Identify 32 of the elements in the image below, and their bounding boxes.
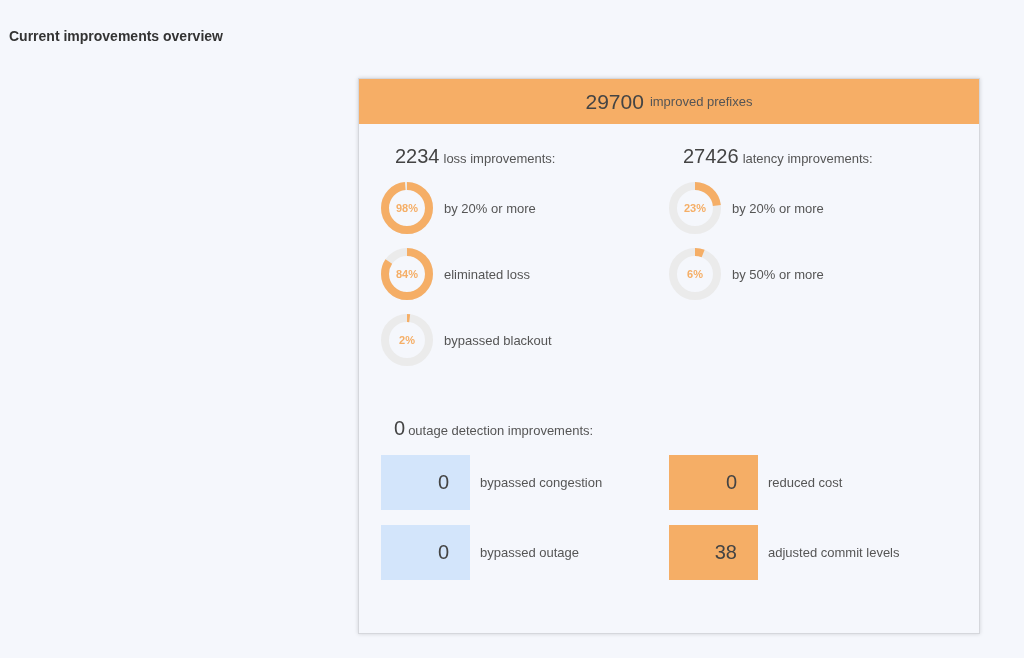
donut-gauge (381, 314, 433, 367)
outage-label: outage detection improvements: (408, 422, 594, 441)
item-label: by 20% or more (444, 199, 536, 218)
percent-label: 2% (398, 333, 416, 349)
tile-label: reduced cost (768, 473, 843, 492)
stat-tile: 38 (669, 524, 758, 580)
stat-tile: 0 (381, 454, 470, 510)
donut-gauge (669, 182, 721, 235)
stat-tile: 0 (381, 524, 470, 580)
group-count: 2234 (395, 145, 440, 166)
group-count: 27426 (683, 145, 739, 166)
summary-count: 29700 (585, 90, 644, 112)
tile-label: bypassed outage (480, 543, 580, 562)
tile-label: adjusted commit levels (768, 543, 900, 562)
outage-count: 0 (394, 418, 406, 439)
donut-gauge (669, 248, 721, 301)
group-label: latency improvements: (742, 149, 873, 168)
group-label: loss improvements: (443, 149, 556, 168)
page-title: Current improvements overview (8, 27, 224, 45)
percent-label: 23% (683, 201, 707, 217)
item-label: eliminated loss (444, 265, 530, 284)
stat-tile: 0 (669, 454, 758, 510)
item-label: bypassed blackout (444, 331, 552, 350)
item-label: by 50% or more (732, 265, 824, 284)
percent-label: 84% (395, 267, 419, 283)
percent-label: 6% (686, 267, 704, 283)
item-label: by 20% or more (732, 199, 824, 218)
summary-label: improved prefixes (649, 92, 753, 111)
tile-label: bypassed congestion (480, 473, 603, 492)
donut-gauge (381, 248, 433, 301)
donut-gauge (381, 182, 433, 235)
percent-label: 98% (395, 201, 419, 217)
